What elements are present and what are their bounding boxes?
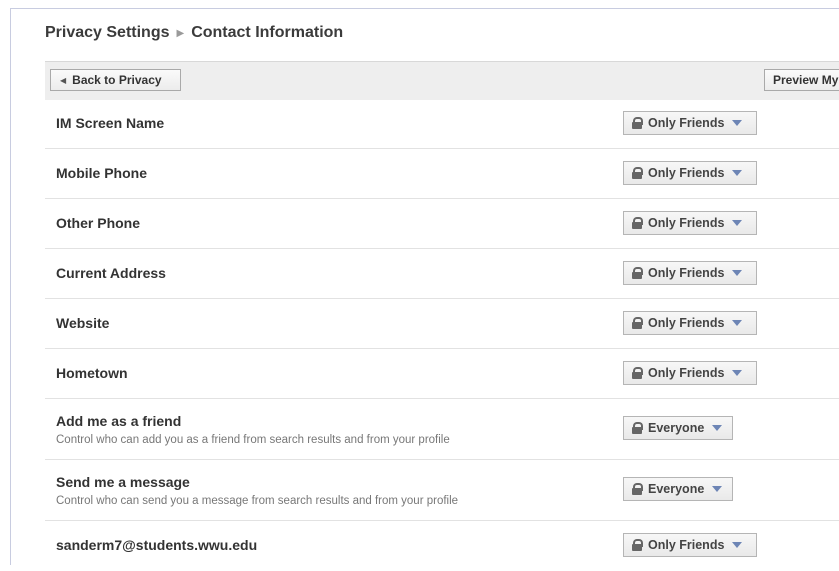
- preview-profile-button[interactable]: Preview My Profile: [764, 69, 839, 91]
- chevron-down-icon: [712, 486, 723, 492]
- back-to-privacy-button[interactable]: ◀ Back to Privacy: [50, 69, 181, 91]
- setting-row-add-friend: Add me as a friend Control who can add y…: [45, 399, 839, 460]
- setting-row-send-message: Send me a message Control who can send y…: [45, 460, 839, 521]
- lock-icon: [632, 167, 643, 179]
- setting-description: Control who can add you as a friend from…: [56, 434, 450, 446]
- privacy-dropdown[interactable]: Only Friends: [623, 361, 757, 385]
- setting-label: Website: [56, 315, 110, 331]
- chevron-down-icon: [732, 370, 743, 376]
- privacy-dropdown-value: Only Friends: [648, 166, 725, 180]
- privacy-dropdown-value: Only Friends: [648, 116, 725, 130]
- breadcrumb: Privacy Settings ▶ Contact Information: [45, 22, 343, 44]
- privacy-dropdown[interactable]: Only Friends: [623, 211, 757, 235]
- privacy-settings-list: IM Screen Name Only Friends Mobile Phone…: [45, 99, 839, 571]
- privacy-dropdown-value: Only Friends: [648, 316, 725, 330]
- setting-row-mobile-phone: Mobile Phone Only Friends: [45, 149, 839, 199]
- privacy-dropdown-value: Only Friends: [648, 266, 725, 280]
- setting-label: Add me as a friend: [56, 413, 182, 429]
- breadcrumb-separator-icon: ▶: [176, 27, 185, 39]
- privacy-dropdown-value: Only Friends: [648, 538, 725, 552]
- lock-icon: [632, 539, 643, 551]
- privacy-dropdown[interactable]: Everyone: [623, 477, 733, 501]
- setting-row-current-address: Current Address Only Friends: [45, 249, 839, 299]
- privacy-dropdown-value: Everyone: [648, 421, 705, 435]
- setting-row-website: Website Only Friends: [45, 299, 839, 349]
- privacy-dropdown[interactable]: Only Friends: [623, 161, 757, 185]
- preview-button-label: Preview My Profile: [773, 73, 839, 87]
- setting-row-email: sanderm7@students.wwu.edu Only Friends: [45, 521, 839, 571]
- privacy-dropdown[interactable]: Only Friends: [623, 261, 757, 285]
- privacy-dropdown-value: Only Friends: [648, 216, 725, 230]
- lock-icon: [632, 483, 643, 495]
- frame-top-border: [10, 8, 839, 9]
- privacy-dropdown[interactable]: Everyone: [623, 416, 733, 440]
- breadcrumb-current: Contact Information: [191, 24, 344, 41]
- lock-icon: [632, 367, 643, 379]
- chevron-down-icon: [732, 220, 743, 226]
- setting-row-other-phone: Other Phone Only Friends: [45, 199, 839, 249]
- setting-label: Send me a message: [56, 474, 190, 490]
- chevron-down-icon: [732, 170, 743, 176]
- chevron-down-icon: [732, 320, 743, 326]
- lock-icon: [632, 317, 643, 329]
- toolbar: ◀ Back to Privacy Preview My Profile: [45, 61, 839, 100]
- setting-row-hometown: Hometown Only Friends: [45, 349, 839, 399]
- privacy-dropdown-value: Only Friends: [648, 366, 725, 380]
- privacy-dropdown[interactable]: Only Friends: [623, 311, 757, 335]
- lock-icon: [632, 267, 643, 279]
- back-button-label: Back to Privacy: [72, 73, 162, 87]
- lock-icon: [632, 117, 643, 129]
- chevron-down-icon: [732, 120, 743, 126]
- setting-label: IM Screen Name: [56, 115, 165, 131]
- chevron-down-icon: [732, 270, 743, 276]
- setting-label: sanderm7@students.wwu.edu: [56, 537, 258, 553]
- privacy-dropdown[interactable]: Only Friends: [623, 533, 757, 557]
- privacy-dropdown[interactable]: Only Friends: [623, 111, 757, 135]
- chevron-down-icon: [732, 542, 743, 548]
- back-arrow-icon: ◀: [60, 75, 67, 85]
- chevron-down-icon: [712, 425, 723, 431]
- breadcrumb-parent[interactable]: Privacy Settings: [45, 24, 170, 42]
- lock-icon: [632, 217, 643, 229]
- setting-label: Current Address: [56, 265, 166, 281]
- setting-description: Control who can send you a message from …: [56, 495, 459, 507]
- frame-left-border: [10, 8, 11, 565]
- setting-label: Hometown: [56, 365, 128, 381]
- lock-icon: [632, 422, 643, 434]
- privacy-dropdown-value: Everyone: [648, 482, 705, 496]
- setting-row-im-screen-name: IM Screen Name Only Friends: [45, 99, 839, 149]
- setting-label: Other Phone: [56, 215, 141, 231]
- setting-label: Mobile Phone: [56, 165, 147, 181]
